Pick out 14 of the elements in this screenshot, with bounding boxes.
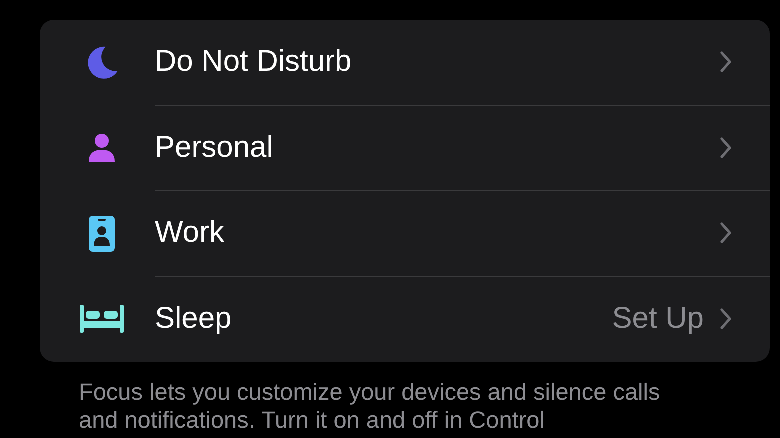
- focus-label: Do Not Disturb: [155, 45, 353, 80]
- chevron-icon: [720, 51, 732, 74]
- chevron-icon: [720, 308, 732, 330]
- focus-label: Personal: [155, 130, 274, 165]
- focus-row[interactable]: Sleep Set Up: [40, 276, 770, 362]
- detail-text: Set Up: [612, 302, 704, 336]
- chevron-icon: [720, 136, 732, 159]
- focus-row[interactable]: Do Not Disturb: [40, 20, 770, 106]
- footer-text: Focus lets you customize your devices and silence calls and notifications. Turn it on and off in Control: [78, 378, 662, 434]
- focus-row[interactable]: Work: [40, 191, 770, 276]
- chevron-icon: [720, 222, 732, 244]
- focus-label: Sleep: [155, 302, 233, 336]
- focus-label: Work: [155, 216, 226, 250]
- focus-row[interactable]: Personal: [40, 106, 770, 191]
